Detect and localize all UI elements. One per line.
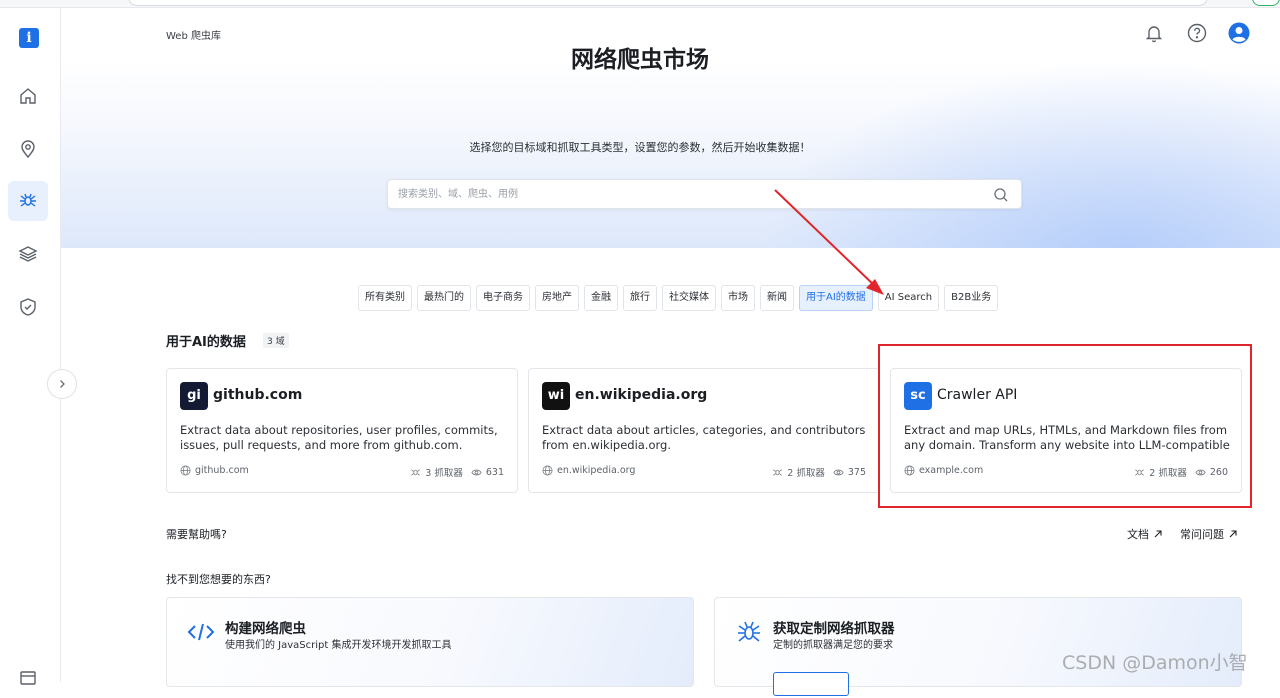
scraper-card-crawler-api[interactable]: sc Crawler API Extract and map URLs, HTM… xyxy=(890,368,1242,493)
tab-b2b[interactable]: B2B业务 xyxy=(944,285,999,311)
globe-icon xyxy=(542,465,553,476)
spider-icon xyxy=(773,468,783,476)
external-arrow-icon xyxy=(1154,530,1162,538)
eye-icon xyxy=(471,469,482,475)
layers-icon xyxy=(18,246,38,262)
address-bar[interactable] xyxy=(128,0,1208,6)
tab-news[interactable]: 新闻 xyxy=(760,285,794,311)
tab-ecommerce[interactable]: 电子商务 xyxy=(476,285,530,311)
page-title: 网络爬虫市场 xyxy=(571,47,709,73)
docs-link-label: 文档 xyxy=(1127,528,1149,541)
sidebar-item-datasets[interactable] xyxy=(8,234,48,274)
code-icon xyxy=(187,623,215,641)
external-arrow-icon xyxy=(1229,530,1237,538)
tab-finance[interactable]: 金融 xyxy=(584,285,618,311)
promo-description: 使用我们的 JavaScript 集成开发环境开发抓取工具 xyxy=(225,640,452,651)
card-view-count: 375 xyxy=(847,466,866,478)
window-icon xyxy=(20,671,36,685)
search-icon[interactable] xyxy=(993,187,1009,203)
scraper-card-github[interactable]: gi github.com Extract data about reposit… xyxy=(166,368,518,493)
tab-all-categories[interactable]: 所有类别 xyxy=(358,285,412,311)
card-description: Extract data about repositories, user pr… xyxy=(180,423,498,452)
eye-icon xyxy=(833,469,844,475)
promo-description: 定制的抓取器满足您的要求 xyxy=(773,640,893,651)
card-site: example.com xyxy=(919,465,984,476)
search-input[interactable] xyxy=(388,180,968,208)
domain-count-badge: 3 域 xyxy=(263,333,289,348)
browser-toolbar-strip xyxy=(0,0,1280,8)
card-site: github.com xyxy=(195,465,249,476)
card-domain: github.com xyxy=(213,387,303,403)
docs-link[interactable]: 文档 xyxy=(1127,526,1163,542)
spider-icon xyxy=(1135,468,1145,476)
spider-icon xyxy=(20,193,36,207)
tab-travel[interactable]: 旅行 xyxy=(623,285,657,311)
card-scraper-count: 3 抓取器 xyxy=(425,468,463,479)
card-description: Extract data about articles, categories,… xyxy=(542,423,866,452)
eye-icon xyxy=(1195,469,1206,475)
section-title: 用于AI的数据 xyxy=(166,335,246,350)
card-view-count: 631 xyxy=(485,466,504,478)
sidebar-item-home[interactable] xyxy=(8,76,48,116)
promo-title: 获取定制网络抓取器 xyxy=(773,621,895,637)
help-question: 需要幫助嗎? xyxy=(166,528,227,541)
faq-link[interactable]: 常问问题 xyxy=(1180,526,1238,542)
browser-extension-pill[interactable] xyxy=(1252,0,1280,6)
category-tabs: 所有类别 最热门的 电子商务 房地产 金融 旅行 社交媒体 市场 新闻 用于AI… xyxy=(358,285,999,311)
sidebar-item-security[interactable] xyxy=(8,287,48,327)
card-site: en.wikipedia.org xyxy=(557,465,636,476)
card-domain: en.wikipedia.org xyxy=(575,387,708,403)
card-scraper-count: 2 抓取器 xyxy=(1149,468,1187,479)
watermark: CSDN @Damon小智 xyxy=(1062,652,1248,674)
not-found-heading: 找不到您想要的东西? xyxy=(166,573,271,586)
card-badge: wi xyxy=(542,382,570,410)
sidebar-expand-button[interactable] xyxy=(47,369,77,399)
tab-data-for-ai[interactable]: 用于AI的数据 xyxy=(799,285,873,311)
tab-market[interactable]: 市场 xyxy=(721,285,755,311)
scraper-card-wikipedia[interactable]: wi en.wikipedia.org Extract data about a… xyxy=(528,368,880,493)
shield-check-icon xyxy=(20,298,36,316)
card-view-count: 260 xyxy=(1209,466,1228,478)
page-subtitle: 选择您的目标域和抓取工具类型，设置您的参数，然后开始收集数据！ xyxy=(469,141,811,154)
card-badge: sc xyxy=(904,382,932,410)
spider-icon xyxy=(738,621,760,642)
card-domain: Crawler API xyxy=(937,387,1018,403)
card-description: Extract and map URLs, HTMLs, and Markdow… xyxy=(904,423,1230,452)
tab-real-estate[interactable]: 房地产 xyxy=(535,285,579,311)
promo-action-button[interactable] xyxy=(773,672,849,696)
tab-social-media[interactable]: 社交媒体 xyxy=(662,285,716,311)
promo-title: 构建网络爬虫 xyxy=(225,621,306,637)
tab-ai-search[interactable]: AI Search xyxy=(877,285,940,311)
card-scraper-count: 2 抓取器 xyxy=(787,468,825,479)
tab-most-popular[interactable]: 最热门的 xyxy=(417,285,471,311)
chevron-right-icon xyxy=(60,380,65,388)
sidebar-item-window[interactable] xyxy=(8,658,48,698)
card-badge: gi xyxy=(180,382,208,410)
globe-icon xyxy=(180,465,191,476)
home-icon xyxy=(20,88,36,104)
spider-icon xyxy=(411,468,421,476)
promo-card-build-scraper[interactable]: 构建网络爬虫 使用我们的 JavaScript 集成开发环境开发抓取工具 xyxy=(166,597,694,687)
search-box xyxy=(387,179,1022,209)
faq-link-label: 常问问题 xyxy=(1180,528,1224,541)
sidebar-item-scrapers[interactable] xyxy=(8,181,48,221)
sidebar: i xyxy=(0,8,61,685)
globe-icon xyxy=(904,465,915,476)
